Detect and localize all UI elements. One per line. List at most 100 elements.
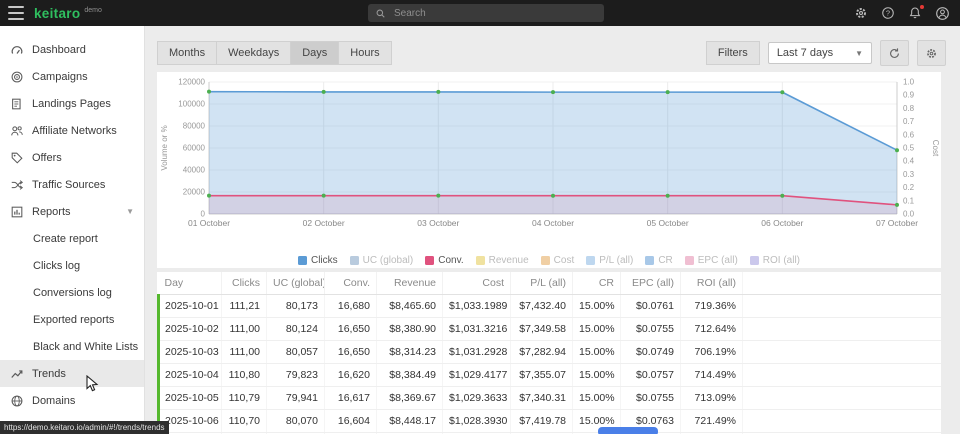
cell-day: 2025-10-02 (159, 318, 222, 341)
trends-chart-card: 0200004000060000800001000001200000.00.10… (157, 72, 941, 268)
notification-dot (920, 5, 924, 9)
search-icon (375, 8, 386, 19)
svg-text:Volume or %: Volume or % (160, 125, 169, 170)
tab-days[interactable]: Days (290, 41, 338, 65)
sidebar-item-label: Campaigns (32, 71, 88, 83)
legend-item-cr[interactable]: CR (645, 255, 672, 266)
sidebar-item-trends[interactable]: Trends (0, 360, 144, 387)
svg-text:60000: 60000 (183, 144, 206, 153)
cell-revenue: $8,384.49 (377, 364, 443, 387)
column-header-clicks[interactable]: Clicks (222, 272, 267, 295)
column-header-revenue[interactable]: Revenue (377, 272, 443, 295)
sidebar-item-campaigns[interactable]: Campaigns (0, 63, 144, 90)
hamburger-menu-icon[interactable] (8, 6, 24, 20)
legend-swatch (350, 256, 359, 265)
column-header-uc-global[interactable]: UC (global) (267, 272, 325, 295)
column-header-cr[interactable]: CR (573, 272, 621, 295)
column-header-day[interactable]: Day (159, 272, 222, 295)
app-logo-text: keitaro (34, 6, 80, 21)
legend-item-conv[interactable]: Conv. (425, 255, 463, 266)
cell-roi-all: 714.49% (681, 364, 743, 387)
sidebar-item-black-and-white-lists[interactable]: Black and White Lists (0, 333, 144, 360)
sidebar-item-traffic-sources[interactable]: Traffic Sources (0, 171, 144, 198)
svg-text:0.5: 0.5 (903, 144, 915, 153)
cell-roi-all: 706.19% (681, 341, 743, 364)
cell-conv: 16,650 (325, 318, 377, 341)
column-header-cost[interactable]: Cost (443, 272, 511, 295)
cell-day: 2025-10-04 (159, 364, 222, 387)
domains-icon (10, 394, 24, 408)
cell-p-l-all: $7,355.07 (511, 364, 573, 387)
cell-p-l-all: $7,349.58 (511, 318, 573, 341)
column-header-epc-all[interactable]: EPC (all) (621, 272, 681, 295)
cell-epc-all: $0.0755 (621, 387, 681, 410)
cell-epc-all: $0.0761 (621, 295, 681, 318)
app-logo[interactable]: keitaro demo (34, 0, 102, 26)
settings-gear-icon[interactable] (854, 6, 868, 20)
partial-bottom-button[interactable] (598, 427, 658, 434)
legend-label: P/L (all) (599, 255, 633, 266)
cell-cost: $1,031.3216 (443, 318, 511, 341)
cell-clicks: 111,00 (222, 341, 267, 364)
svg-text:0.1: 0.1 (903, 196, 915, 205)
cell-uc-global: 80,057 (267, 341, 325, 364)
svg-text:05 October: 05 October (647, 218, 689, 228)
chart-settings-gear-button[interactable] (917, 40, 946, 66)
sidebar-item-conversions-log[interactable]: Conversions log (0, 279, 144, 306)
legend-swatch (586, 256, 595, 265)
cell-conv: 16,620 (325, 364, 377, 387)
sidebar-item-reports[interactable]: Reports▼ (0, 198, 144, 225)
sidebar-item-create-report[interactable]: Create report (0, 225, 144, 252)
cell-uc-global: 79,941 (267, 387, 325, 410)
svg-text:0.8: 0.8 (903, 104, 915, 113)
notifications-bell-icon[interactable] (908, 6, 922, 20)
column-header-conv[interactable]: Conv. (325, 272, 377, 295)
svg-text:0.6: 0.6 (903, 130, 915, 139)
chevron-down-icon: ▼ (126, 207, 134, 216)
legend-item-revenue[interactable]: Revenue (476, 255, 529, 266)
cell-cr: 15.00% (573, 318, 621, 341)
column-header-roi-all[interactable]: ROI (all) (681, 272, 743, 295)
sidebar-item-label: Clicks log (33, 260, 80, 272)
sidebar-item-clicks-log[interactable]: Clicks log (0, 252, 144, 279)
svg-text:0.7: 0.7 (903, 117, 915, 126)
cell-roi-all: 713.09% (681, 387, 743, 410)
help-icon[interactable]: ? (881, 6, 895, 20)
cell-cost: $1,028.3930 (443, 410, 511, 433)
user-avatar[interactable] (935, 6, 950, 21)
tab-weekdays[interactable]: Weekdays (216, 41, 290, 65)
period-tab-group: MonthsWeekdaysDaysHours (157, 41, 392, 65)
legend-item-p-l-all[interactable]: P/L (all) (586, 255, 633, 266)
sidebar-item-landings-pages[interactable]: Landings Pages (0, 90, 144, 117)
cell-cr: 15.00% (573, 341, 621, 364)
column-header-p-l-all[interactable]: P/L (all) (511, 272, 573, 295)
svg-text:06 October: 06 October (761, 218, 803, 228)
cell-revenue: $8,448.17 (377, 410, 443, 433)
tab-hours[interactable]: Hours (338, 41, 391, 65)
search-input[interactable] (392, 7, 597, 20)
date-range-select[interactable]: Last 7 days ▼ (768, 42, 872, 64)
sidebar-item-affiliate-networks[interactable]: Affiliate Networks (0, 117, 144, 144)
cell-conv: 16,617 (325, 387, 377, 410)
legend-item-roi-all[interactable]: ROI (all) (750, 255, 800, 266)
sidebar-item-exported-reports[interactable]: Exported reports (0, 306, 144, 333)
sidebar-item-offers[interactable]: Offers (0, 144, 144, 171)
sidebar-item-label: Affiliate Networks (32, 125, 117, 137)
sidebar-item-domains[interactable]: Domains (0, 387, 144, 414)
filters-button[interactable]: Filters (706, 41, 760, 65)
sidebar-item-label: Create report (33, 233, 98, 245)
cell-p-l-all: $7,419.78 (511, 410, 573, 433)
legend-item-uc-global[interactable]: UC (global) (350, 255, 414, 266)
legend-item-cost[interactable]: Cost (541, 255, 575, 266)
landings-icon (10, 97, 24, 111)
sidebar-item-dashboard[interactable]: Dashboard (0, 36, 144, 63)
cell-day: 2025-10-01 (159, 295, 222, 318)
cell-revenue: $8,465.60 (377, 295, 443, 318)
cell-p-l-all: $7,282.94 (511, 341, 573, 364)
tab-months[interactable]: Months (157, 41, 216, 65)
sidebar-item-label: Traffic Sources (32, 179, 105, 191)
legend-item-clicks[interactable]: Clicks (298, 255, 338, 266)
legend-item-epc-all[interactable]: EPC (all) (685, 255, 738, 266)
refresh-button[interactable] (880, 40, 909, 66)
demo-badge: demo (84, 7, 102, 14)
